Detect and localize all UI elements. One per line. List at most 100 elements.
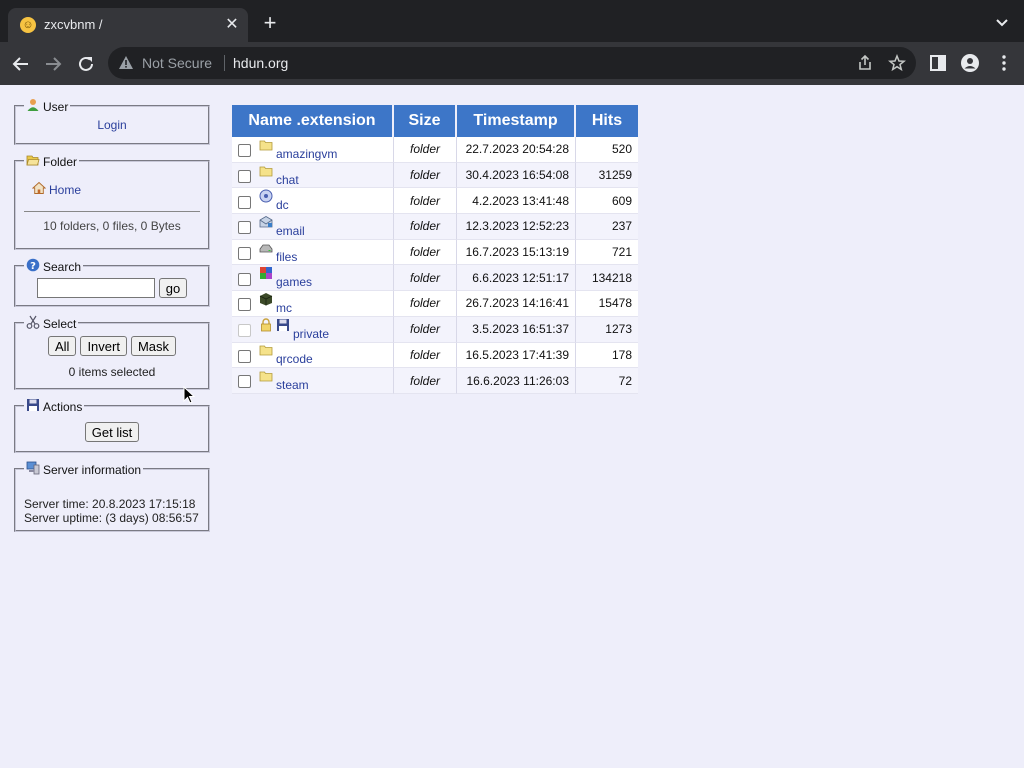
- table-row[interactable]: chat folder 30.4.2023 16:54:08 31259: [232, 162, 638, 189]
- item-link[interactable]: chat: [276, 173, 299, 187]
- row-checkbox[interactable]: [238, 349, 251, 363]
- hits-cell: 609: [576, 188, 638, 215]
- hits-cell: 721: [576, 239, 638, 266]
- table-row[interactable]: dc folder 4.2.2023 13:41:48 609: [232, 188, 638, 215]
- back-arrow-icon[interactable]: [8, 51, 34, 77]
- hits-cell: 134218: [576, 265, 638, 292]
- name-cell: private: [232, 316, 394, 343]
- column-header-timestamp[interactable]: Timestamp: [457, 105, 576, 137]
- help-icon: ?: [26, 258, 40, 272]
- search-legend: Search: [43, 260, 82, 274]
- row-checkbox[interactable]: [238, 272, 251, 286]
- size-cell: folder: [394, 342, 457, 369]
- hits-cell: 178: [576, 342, 638, 369]
- hits-cell: 31259: [576, 162, 638, 189]
- item-link[interactable]: private: [293, 327, 329, 341]
- open-folder-icon: [26, 155, 40, 166]
- address-bar[interactable]: Not Secure hdun.org: [108, 47, 916, 79]
- home-link[interactable]: Home: [49, 183, 81, 197]
- folder-legend: Folder: [43, 155, 78, 169]
- svg-text:?: ?: [30, 261, 36, 272]
- floppy-icon: [276, 318, 290, 332]
- hits-cell: 72: [576, 368, 638, 394]
- item-link[interactable]: dc: [276, 198, 289, 212]
- profile-avatar-icon[interactable]: [960, 53, 980, 73]
- reload-icon[interactable]: [73, 51, 99, 77]
- item-link[interactable]: mc: [276, 301, 292, 315]
- lock-icon: [261, 318, 271, 332]
- size-cell: folder: [394, 188, 457, 215]
- column-header-name[interactable]: Name .extension: [232, 105, 394, 137]
- select-all-button[interactable]: All: [47, 336, 77, 356]
- server-info-panel: Server information Server time: 20.8.202…: [14, 461, 210, 532]
- row-checkbox[interactable]: [238, 246, 251, 260]
- scissors-icon: [26, 315, 40, 329]
- item-link[interactable]: files: [276, 250, 297, 264]
- row-checkbox[interactable]: [238, 195, 251, 209]
- games-icon: [259, 266, 273, 280]
- size-cell: folder: [394, 368, 457, 394]
- search-go-button[interactable]: go: [158, 278, 188, 298]
- floppy-disk-icon: [27, 399, 39, 411]
- get-list-button[interactable]: Get list: [84, 422, 140, 442]
- size-cell: folder: [394, 316, 457, 343]
- kebab-menu-icon[interactable]: [994, 53, 1014, 73]
- drive-icon: [259, 241, 273, 255]
- name-cell: email: [232, 214, 394, 240]
- table-row[interactable]: files folder 16.7.2023 15:13:19 721: [232, 239, 638, 266]
- name-cell: files: [232, 239, 394, 266]
- smiley-favicon-icon: ☺: [20, 17, 36, 33]
- table-row[interactable]: steam folder 16.6.2023 11:26:03 72: [232, 368, 638, 394]
- row-checkbox[interactable]: [238, 144, 251, 158]
- name-cell: dc: [232, 188, 394, 215]
- timestamp-cell: 6.6.2023 12:51:17: [457, 265, 576, 292]
- table-row[interactable]: private folder 3.5.2023 16:51:37 1273: [232, 316, 638, 343]
- item-link[interactable]: email: [276, 224, 305, 238]
- selection-status: 0 items selected: [68, 365, 156, 379]
- actions-legend: Actions: [43, 400, 83, 414]
- table-row[interactable]: qrcode folder 16.5.2023 17:41:39 178: [232, 342, 638, 369]
- invert-selection-button[interactable]: Invert: [80, 336, 127, 356]
- home-icon: [32, 181, 46, 194]
- bookmark-star-icon[interactable]: [888, 54, 906, 72]
- table-row[interactable]: games folder 6.6.2023 12:51:17 134218: [232, 265, 638, 292]
- table-row[interactable]: email folder 12.3.2023 12:52:23 237: [232, 214, 638, 240]
- row-checkbox[interactable]: [238, 375, 251, 389]
- cube-icon: [259, 292, 273, 306]
- item-link[interactable]: steam: [276, 378, 309, 392]
- new-tab-icon[interactable]: +: [258, 12, 282, 36]
- table-row[interactable]: mc folder 26.7.2023 14:16:41 15478: [232, 291, 638, 317]
- row-checkbox[interactable]: [238, 221, 251, 235]
- browser-tab[interactable]: ☺ zxcvbnm / ✕: [8, 8, 248, 42]
- timestamp-cell: 3.5.2023 16:51:37: [457, 316, 576, 343]
- actions-panel: Actions Get list: [14, 398, 210, 453]
- column-header-size[interactable]: Size: [394, 105, 457, 137]
- name-cell: mc: [232, 291, 394, 317]
- forward-arrow-icon[interactable]: [40, 51, 66, 77]
- row-checkbox[interactable]: [238, 169, 251, 183]
- mouse-cursor-icon: [183, 386, 195, 404]
- mask-button[interactable]: Mask: [130, 336, 177, 356]
- size-cell: folder: [394, 239, 457, 266]
- item-link[interactable]: qrcode: [276, 352, 313, 366]
- column-header-hits[interactable]: Hits: [576, 105, 638, 137]
- disc-icon: [259, 189, 273, 203]
- chevron-down-icon[interactable]: [992, 13, 1012, 33]
- row-checkbox[interactable]: [238, 298, 251, 312]
- side-panel-icon[interactable]: [928, 53, 948, 73]
- item-link[interactable]: games: [276, 275, 312, 289]
- hits-cell: 1273: [576, 316, 638, 343]
- table-row[interactable]: amazingvm folder 22.7.2023 20:54:28 520: [232, 137, 638, 163]
- hits-cell: 15478: [576, 291, 638, 317]
- folder-icon: [259, 343, 273, 357]
- share-icon[interactable]: [856, 54, 874, 72]
- login-link[interactable]: Login: [97, 118, 126, 132]
- folder-summary: 10 folders, 0 files, 0 Bytes: [24, 211, 200, 233]
- close-tab-icon[interactable]: ✕: [222, 15, 242, 35]
- name-cell: qrcode: [232, 342, 394, 369]
- size-cell: folder: [394, 265, 457, 292]
- item-link[interactable]: amazingvm: [276, 147, 337, 161]
- search-input[interactable]: [36, 278, 155, 298]
- timestamp-cell: 30.4.2023 16:54:08: [457, 162, 576, 189]
- email-icon: [259, 215, 273, 229]
